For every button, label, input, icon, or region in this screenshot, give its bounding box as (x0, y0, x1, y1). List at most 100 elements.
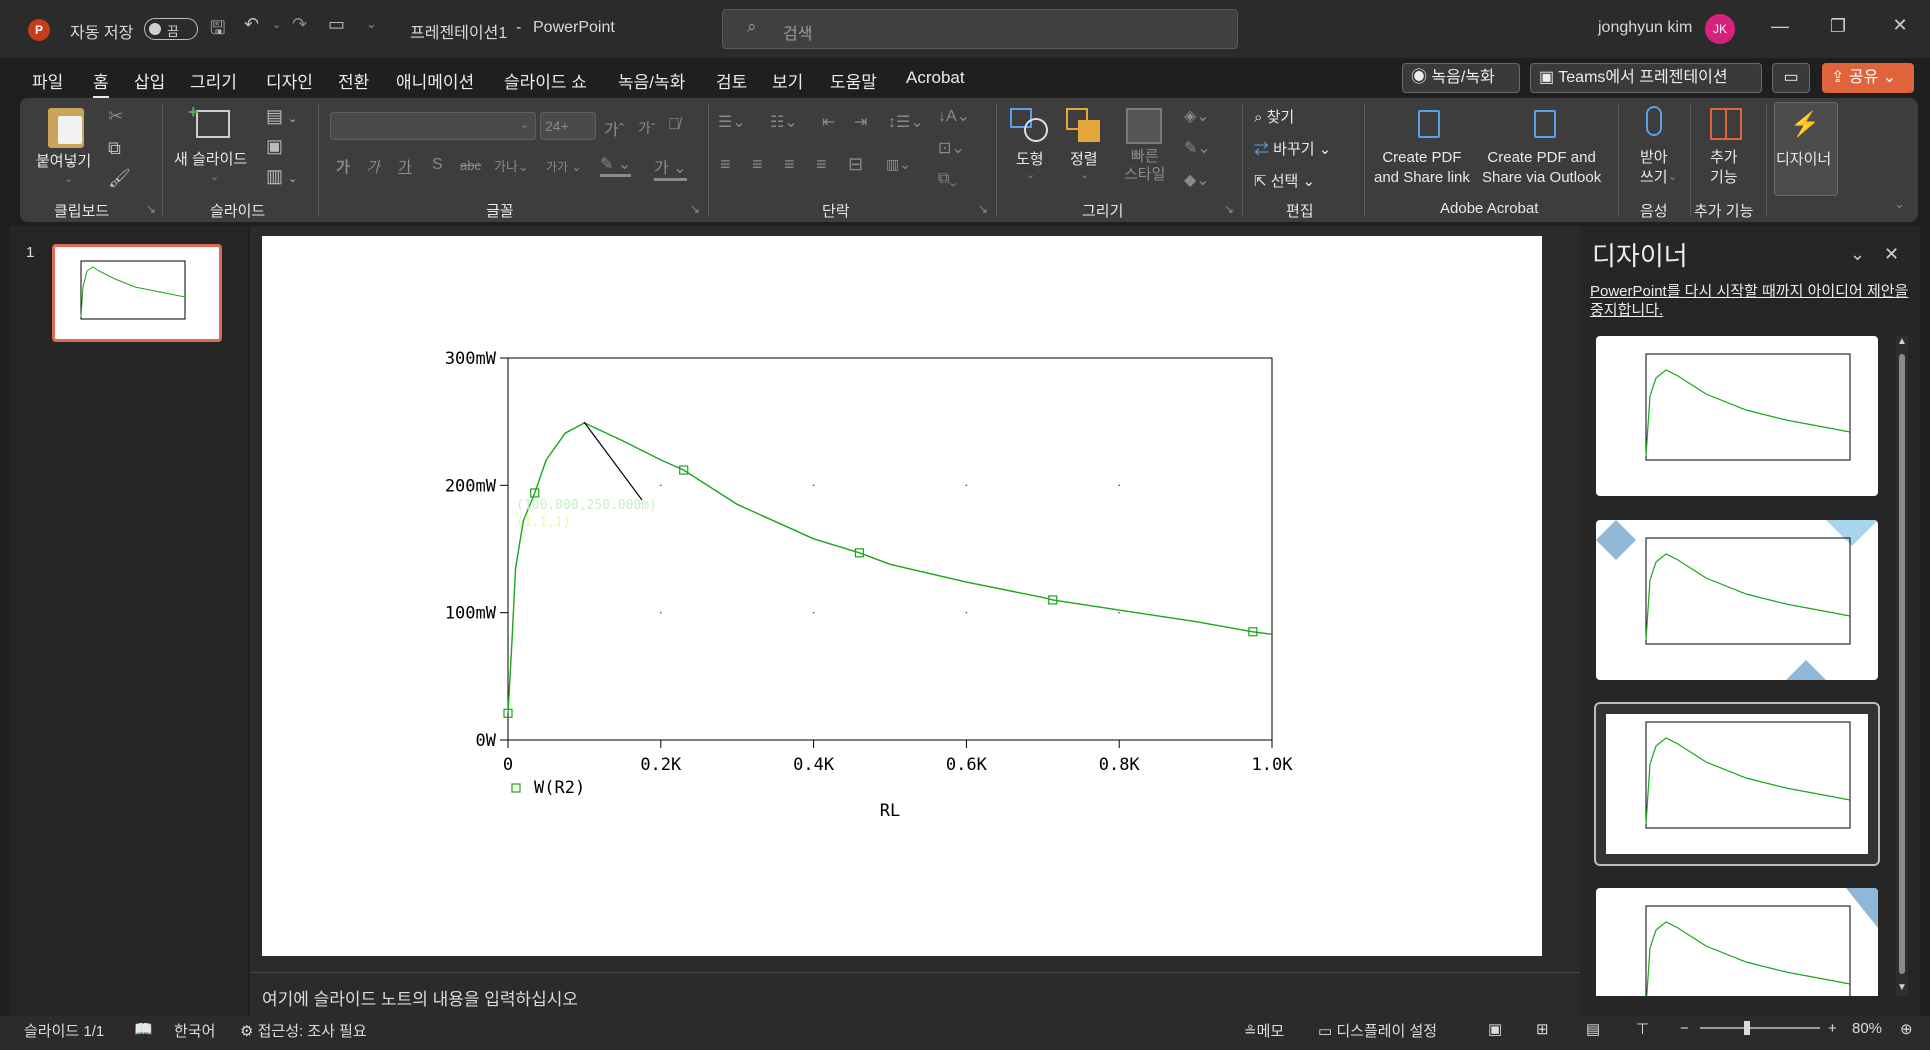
spacing-icon[interactable]: 가나⌄ (494, 156, 529, 175)
redo-icon[interactable]: ↷ (292, 14, 307, 35)
create-pdf-share-link-button[interactable]: Create PDF and Share link (1374, 148, 1470, 188)
create-pdf-outlook-button[interactable]: Create PDF and Share via Outlook (1482, 148, 1601, 188)
create-pdf-icon[interactable] (1418, 110, 1440, 138)
design-idea-3[interactable] (1594, 702, 1880, 866)
scrollbar-thumb[interactable] (1899, 354, 1905, 974)
align-right-icon[interactable]: ≡ (784, 154, 795, 175)
addins-icon[interactable] (1710, 108, 1742, 140)
create-pdf-outlook-icon[interactable] (1534, 110, 1556, 138)
select-button[interactable]: ⇱ 선택 ⌄ (1254, 170, 1315, 191)
slide-sorter-view-icon[interactable]: ⊞ (1536, 1020, 1549, 1038)
tab-insert[interactable]: 삽입 (134, 68, 165, 93)
grow-font-icon[interactable]: 가ˆ (604, 116, 624, 140)
shapes-button[interactable]: 도형 (1016, 148, 1044, 169)
language-indicator[interactable]: 한국어 (174, 1020, 215, 1041)
quick-styles-button[interactable]: 빠른 스타일 (1124, 148, 1165, 184)
tab-review[interactable]: 검토 (716, 68, 747, 93)
underline-icon[interactable]: 가 (398, 156, 412, 177)
paragraph-launcher-icon[interactable]: ↘ (978, 202, 988, 216)
text-direction-icon[interactable]: ↓A⌄ (938, 106, 970, 126)
arrange-dropdown-icon[interactable]: ⌄ (1080, 168, 1089, 181)
display-settings-button[interactable]: ▭ 디스플레이 설정 (1318, 1020, 1437, 1041)
slide-thumbnail[interactable] (52, 244, 222, 342)
paste-dropdown-icon[interactable]: ⌄ (64, 172, 73, 185)
zoom-slider[interactable] (1700, 1021, 1820, 1035)
bold-icon[interactable]: 가 (336, 156, 350, 177)
line-spacing-icon[interactable]: ↕☰⌄ (888, 112, 924, 132)
shadow-icon[interactable]: S (432, 156, 443, 174)
zoom-out-icon[interactable]: − (1680, 1020, 1689, 1037)
designer-scrollbar[interactable]: ▲ ▼ (1896, 336, 1908, 996)
chart[interactable]: 0W100mW200mW300mW 0 0.2K 0.4K 0.6K 0.8K 1.0K … (262, 236, 1542, 956)
font-size-combo[interactable]: 24+ (540, 112, 596, 140)
increase-indent-icon[interactable]: ⇥ (854, 112, 867, 132)
format-painter-icon[interactable]: 🖌 (108, 168, 131, 189)
addins-button[interactable]: 추가 기능 (1710, 148, 1738, 188)
tab-draw[interactable]: 그리기 (190, 68, 237, 93)
smartart-icon[interactable]: ⧉⌄ (938, 170, 957, 188)
designer-close-icon[interactable]: ✕ (1884, 244, 1899, 265)
font-color-icon[interactable]: 가 ⌄ (654, 154, 687, 181)
tab-record[interactable]: 녹음/녹화 (618, 68, 685, 93)
tab-animations[interactable]: 애니메이션 (396, 68, 474, 93)
zoom-level[interactable]: 80% (1852, 1020, 1882, 1037)
search-box[interactable]: ⌕ 검색 (722, 9, 1238, 49)
spellcheck-icon[interactable]: 📖 (134, 1020, 153, 1038)
undo-dropdown-icon[interactable]: ⌄ (272, 18, 281, 31)
shapes-dropdown-icon[interactable]: ⌄ (1026, 168, 1035, 181)
new-slide-button[interactable]: 새 슬라이드 (174, 148, 247, 169)
new-slide-icon[interactable] (196, 110, 230, 138)
font-launcher-icon[interactable]: ↘ (690, 202, 700, 216)
dictate-dropdown-icon[interactable]: ⌄ (1668, 170, 1677, 183)
restore-icon[interactable]: ❐ (1823, 16, 1853, 37)
arrange-button[interactable]: 정렬 (1070, 148, 1098, 169)
italic-icon[interactable]: 가 (366, 156, 380, 177)
notes-pane[interactable]: 여기에 슬라이드 노트의 내용을 입력하십시오 (250, 972, 1580, 1017)
design-idea-1[interactable] (1596, 336, 1878, 496)
save-icon[interactable]: 🖫 (210, 16, 225, 46)
powerpoint-icon[interactable]: P (28, 19, 50, 41)
cut-icon[interactable]: ✂ (108, 106, 123, 127)
tab-help[interactable]: 도움말 (830, 68, 877, 93)
clear-format-icon[interactable]: 가̸ (668, 116, 680, 134)
layout-icon[interactable]: ▤ ⌄ (266, 106, 297, 127)
share-button[interactable]: ⇪ 공유 ⌄ (1822, 63, 1914, 93)
shape-outline-icon[interactable]: ✎⌄ (1184, 138, 1211, 158)
shrink-font-icon[interactable]: 가ˇ (638, 118, 656, 138)
notes-toggle-button[interactable]: ≗메모 (1244, 1020, 1284, 1041)
scroll-down-icon[interactable]: ▼ (1897, 982, 1907, 993)
undo-icon[interactable]: ↶ (244, 14, 259, 35)
numbering-icon[interactable]: ☷⌄ (770, 112, 798, 132)
design-idea-2[interactable] (1596, 520, 1878, 680)
designer-stop-ideas-link[interactable]: PowerPoint를 다시 시작할 때까지 아이디어 제안을 중지합니다. (1590, 282, 1912, 320)
align-center-icon[interactable]: ≡ (752, 154, 763, 175)
distributed-icon[interactable]: ⊟ (848, 154, 863, 175)
customize-toolbar-icon[interactable]: ⌄ (366, 16, 377, 32)
scroll-up-icon[interactable]: ▲ (1897, 336, 1907, 347)
justify-icon[interactable]: ≡ (816, 154, 827, 175)
user-name[interactable]: jonghyun kim (1598, 19, 1692, 37)
decrease-indent-icon[interactable]: ⇤ (822, 112, 835, 132)
record-button[interactable]: ◉ 녹음/녹화 (1402, 63, 1520, 93)
normal-view-icon[interactable]: ▣ (1488, 1020, 1502, 1038)
dictate-button[interactable]: 받아 쓰기 (1640, 148, 1668, 188)
comments-button[interactable]: ▭ (1772, 63, 1810, 93)
shape-fill-icon[interactable]: ◈⌄ (1184, 106, 1210, 126)
tab-file[interactable]: 파일 (32, 68, 63, 93)
replace-button[interactable]: ⇄ 바꾸기 ⌄ (1254, 138, 1331, 159)
reading-view-icon[interactable]: ▤ (1586, 1020, 1600, 1038)
align-text-icon[interactable]: ⊡⌄ (938, 138, 965, 158)
columns-icon[interactable]: ▥⌄ (886, 156, 911, 173)
microphone-icon[interactable] (1646, 106, 1662, 136)
tab-acrobat[interactable]: Acrobat (906, 68, 965, 88)
new-slide-dropdown-icon[interactable]: ⌄ (210, 170, 219, 183)
minimize-icon[interactable]: — (1765, 16, 1795, 37)
slide-canvas[interactable]: 0W 100mW 200mW 300mW 0 0.2K 0.4K 0.6K 0.8K 1.0K … (262, 236, 1542, 956)
tab-transitions[interactable]: 전환 (338, 68, 369, 93)
slideshow-view-icon[interactable]: ⊤ (1636, 1020, 1649, 1038)
autosave-toggle[interactable]: 끔 (144, 18, 198, 40)
reset-icon[interactable]: ▣ (266, 136, 283, 157)
fit-to-window-icon[interactable]: ⊕ (1900, 1020, 1913, 1038)
font-name-combo[interactable]: ⌄ (330, 112, 536, 140)
design-idea-4[interactable] (1596, 888, 1878, 996)
